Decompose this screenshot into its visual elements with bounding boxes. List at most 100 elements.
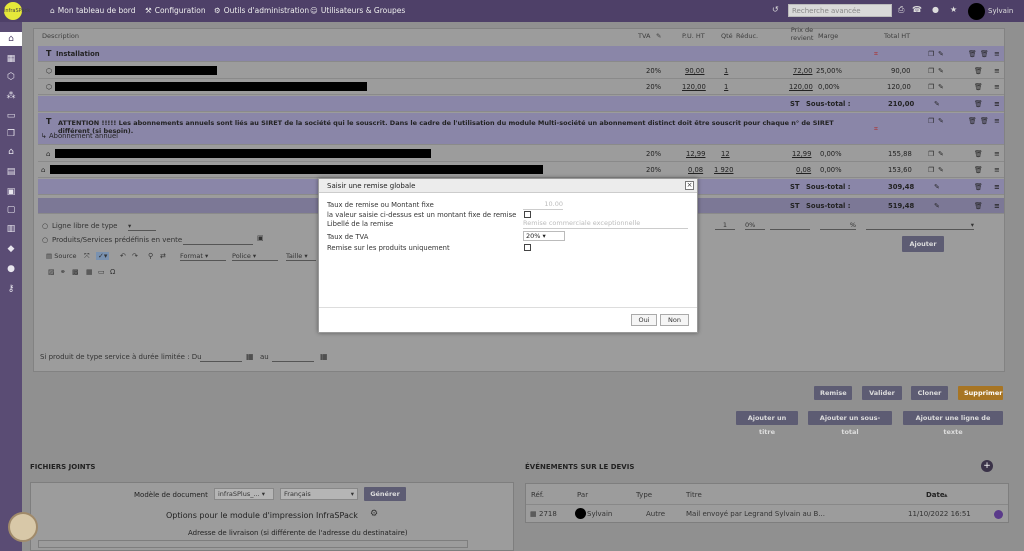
drag-handle-icon[interactable]: ≡ (994, 150, 1000, 158)
edit-icon[interactable]: ✎ (938, 166, 944, 174)
drag-handle-icon[interactable]: ≡ (994, 83, 1000, 91)
cloner-button[interactable]: Cloner (911, 386, 948, 400)
table-row[interactable]: ⌂ 20% 0,08 1 920 0,08 0,00% 153,60 ❐ ✎ 🗑… (38, 162, 1004, 178)
file-icon[interactable]: ▭ (4, 109, 18, 123)
user-name[interactable]: Sylvain (988, 7, 1013, 15)
phone-icon[interactable]: ☎ (912, 5, 922, 14)
fixed-amount-checkbox[interactable] (524, 211, 531, 218)
reduc-input[interactable]: 0% (745, 221, 765, 230)
network-icon[interactable]: ⁂ (4, 89, 18, 103)
calendar-icon[interactable]: ▦ (320, 352, 328, 361)
drag-handle-icon[interactable]: ≡ (994, 100, 1000, 108)
address-input[interactable] (38, 540, 468, 548)
predefined-radio[interactable]: ○ (42, 236, 48, 244)
search-input[interactable]: Recherche avancée (788, 4, 892, 17)
copy-icon[interactable]: ❐ (928, 150, 934, 158)
menu-dashboard[interactable]: ⌂ Mon tableau de bord (50, 6, 136, 15)
date-to-input[interactable] (272, 353, 314, 362)
delete-icon[interactable]: 🗑 (980, 50, 989, 58)
copy-icon[interactable]: ❐ (928, 50, 934, 58)
generate-button[interactable]: Générer (364, 487, 406, 501)
undo-icon[interactable]: ↶ (120, 252, 126, 260)
drag-handle-icon[interactable]: ≡ (994, 166, 1000, 174)
delete-icon[interactable]: 🗑 (974, 150, 983, 158)
add-subtotal-button[interactable]: Ajouter un sous-total (808, 411, 892, 436)
free-line-radio[interactable]: ○ (42, 222, 48, 230)
card-icon[interactable]: ▣ (4, 185, 18, 199)
settings-icon[interactable]: ⚙ (370, 509, 378, 519)
close-icon[interactable]: × (685, 181, 694, 190)
drag-handle-icon[interactable]: ≡ (994, 117, 1000, 125)
sort-icon[interactable]: ▴ (944, 491, 948, 499)
edit-icon[interactable]: ✎ (938, 83, 944, 91)
cart-icon[interactable]: ▤ (4, 165, 18, 179)
discount-label-input[interactable]: Remise commerciale exceptionnelle (523, 219, 688, 229)
redo-icon[interactable]: ↷ (132, 252, 138, 260)
copy-icon[interactable]: ❐ (928, 83, 934, 91)
edit-icon[interactable]: ✎ (938, 50, 944, 58)
delete-icon[interactable]: 🗑 (974, 67, 983, 75)
module-icon[interactable]: ◆ (4, 242, 18, 256)
app-logo[interactable]: infraSPack (4, 2, 30, 20)
menu-users-groups[interactable]: ☺ Utilisateurs & Groupes (310, 6, 405, 15)
hr-icon[interactable]: ▭ (98, 268, 105, 276)
add-event-icon[interactable]: + (981, 460, 993, 472)
folder-icon[interactable]: ▢ (4, 203, 18, 217)
drag-handle-icon[interactable]: ≡ (994, 50, 1000, 58)
qty-input[interactable]: 1 (715, 221, 735, 230)
supprimer-button[interactable]: Supprimer (958, 386, 1003, 400)
remise-button[interactable]: Remise (814, 386, 852, 400)
calendar-icon[interactable]: ▦ (246, 352, 254, 361)
building-icon[interactable]: ▦ (4, 52, 18, 66)
table-row[interactable]: T Installation ⌗ ❐ ✎ 🗑 🗑 ≡ (38, 46, 1004, 62)
table-row[interactable]: ⬡ 20% 120,00 1 120,00 0,00% 120,00 ❐ ✎ 🗑… (38, 79, 1004, 95)
drag-handle-icon[interactable]: ≡ (994, 183, 1000, 191)
unit-select[interactable]: ▾ (866, 221, 974, 230)
add-title-button[interactable]: Ajouter un titre (736, 411, 798, 436)
key-icon[interactable]: ⚷ (4, 282, 18, 296)
cube-icon[interactable]: ▣ (257, 234, 264, 242)
star-icon[interactable]: ★ (950, 5, 957, 14)
history-icon[interactable]: ↺ (772, 5, 779, 14)
discount-amount-input[interactable]: 10.00 (523, 200, 563, 210)
size-select[interactable]: Taille ▾ (286, 252, 316, 261)
table-row[interactable]: ⬡ 20% 90,00 1 72,00 25,00% 90,00 ❐ ✎ 🗑 ≡ (38, 63, 1004, 79)
copy-icon[interactable]: ❐ (928, 166, 934, 174)
avatar[interactable] (968, 3, 985, 20)
delete-icon[interactable]: 🗑 (974, 202, 983, 210)
marge-input[interactable]: % (820, 221, 856, 230)
image-icon[interactable]: ▨ (48, 268, 55, 276)
delete-icon[interactable]: 🗑 (974, 183, 983, 191)
add-text-line-button[interactable]: Ajouter une ligne de texte (903, 411, 1003, 436)
edit-icon[interactable]: ✎ (656, 32, 661, 40)
delete-icon[interactable]: 🗑 (968, 117, 977, 125)
date-from-input[interactable] (200, 353, 242, 362)
drag-handle-icon[interactable]: ≡ (994, 67, 1000, 75)
add-line-button[interactable]: Ajouter (902, 236, 944, 252)
tva-select[interactable]: 20% ▾ (523, 231, 565, 241)
table-row[interactable]: ▦ 2718 Sylvain Autre Mail envoyé par Leg… (526, 504, 1008, 522)
menu-configuration[interactable]: ⚒ Configuration (145, 6, 206, 15)
subtotal-row[interactable]: ST Sous-total : 210,00 ✎ 🗑 ≡ (38, 96, 1004, 112)
edit-icon[interactable]: ✎ (938, 117, 944, 125)
note-row[interactable]: T ATTENTION !!!!! Les abonnements annuel… (38, 113, 1004, 145)
products-only-checkbox[interactable] (524, 244, 531, 251)
delete-icon[interactable]: 🗑 (980, 117, 989, 125)
font-select[interactable]: Police ▾ (232, 252, 278, 261)
delete-icon[interactable]: 🗑 (968, 50, 977, 58)
model-select[interactable]: infraSPlus_... ▾ (214, 488, 274, 500)
chat-widget-icon[interactable] (8, 512, 38, 542)
valider-button[interactable]: Valider (862, 386, 902, 400)
home-icon[interactable]: ⌂ (0, 32, 22, 46)
chart-icon[interactable]: ▥ (4, 222, 18, 236)
special-char-icon[interactable]: Ω (110, 268, 115, 276)
print-icon[interactable]: ⎙ (898, 5, 904, 15)
edit-icon[interactable]: ✎ (934, 202, 940, 210)
edit-icon[interactable]: ✎ (938, 150, 944, 158)
drag-handle-icon[interactable]: ≡ (994, 202, 1000, 210)
language-select[interactable]: Français ▾ (280, 488, 358, 500)
find-icon[interactable]: ⚲ (148, 252, 153, 260)
delete-icon[interactable]: 🗑 (974, 100, 983, 108)
edit-icon[interactable]: ✎ (934, 100, 940, 108)
prix-revient-input[interactable] (770, 221, 810, 230)
